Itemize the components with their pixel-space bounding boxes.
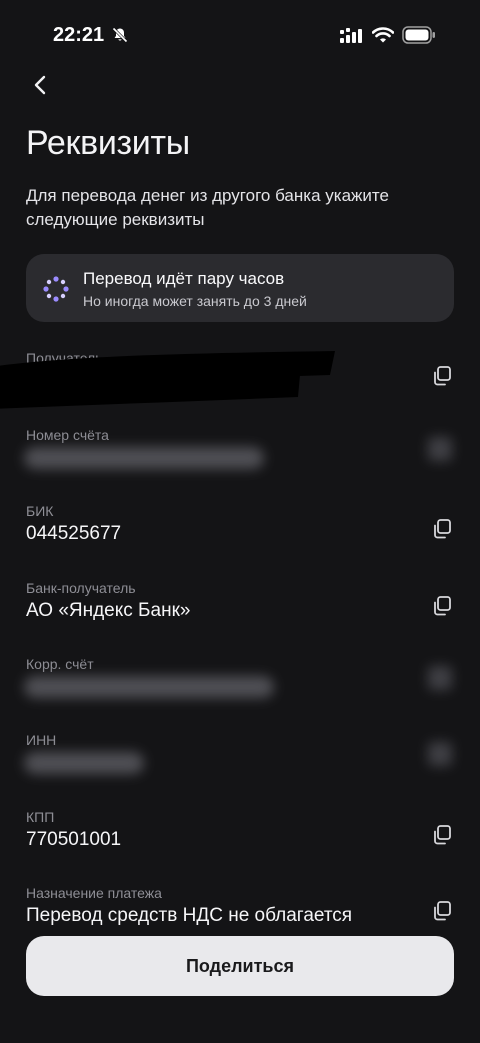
copy-icon[interactable]: [428, 437, 452, 461]
field-bik: БИК 044525677: [0, 503, 480, 573]
field-label: Корр. счёт: [26, 656, 94, 672]
status-time: 22:21: [53, 24, 105, 46]
chevron-left-icon[interactable]: [26, 70, 56, 100]
field-corr-account: Корр. счёт: [0, 656, 480, 726]
field-kpp: КПП 770501001: [0, 809, 480, 879]
copy-icon[interactable]: [428, 666, 452, 690]
field-label: Банк-получатель: [26, 580, 136, 596]
copy-icon[interactable]: [428, 742, 452, 766]
field-inn: ИНН: [0, 732, 480, 802]
redaction-scribble: [0, 351, 335, 409]
wifi-icon: [372, 27, 394, 43]
bell-muted-icon: [112, 27, 128, 43]
status-bar: 22:21: [0, 0, 480, 70]
card-title: Перевод идёт пару часов: [83, 269, 285, 288]
field-label: Номер счёта: [26, 427, 109, 443]
page-title: Реквизиты: [26, 124, 190, 162]
copy-icon[interactable]: [430, 517, 454, 541]
field-label: КПП: [26, 809, 55, 825]
field-label: Назначение платежа: [26, 885, 162, 901]
transfer-time-card: Перевод идёт пару часов Но иногда может …: [26, 254, 454, 322]
blurred-value: [24, 676, 274, 698]
field-label: ИНН: [26, 732, 57, 748]
field-account: Номер счёта: [0, 427, 480, 497]
battery-icon: [402, 26, 435, 44]
share-button[interactable]: Поделиться: [26, 936, 454, 996]
field-value: 770501001: [26, 829, 122, 850]
field-label: БИК: [26, 503, 54, 519]
blurred-value: [24, 447, 264, 469]
field-bank: Банк-получатель АО «Яндекс Банк»: [0, 580, 480, 650]
cellular-signal-icon: [340, 28, 362, 43]
blurred-value: [24, 752, 144, 774]
page-subtitle: Для перевода денег из другого банка укаж…: [26, 186, 389, 229]
card-text: Но иногда может занять до 3 дней: [83, 293, 307, 309]
copy-icon[interactable]: [430, 823, 454, 847]
copy-icon[interactable]: [430, 364, 454, 388]
copy-icon[interactable]: [430, 899, 454, 923]
field-value: АО «Яндекс Банк»: [26, 600, 191, 621]
field-value: 044525677: [26, 523, 122, 544]
field-value: Перевод средств НДС не облагается: [26, 905, 353, 926]
sparkle-icon: [43, 276, 69, 302]
copy-icon[interactable]: [430, 594, 454, 618]
